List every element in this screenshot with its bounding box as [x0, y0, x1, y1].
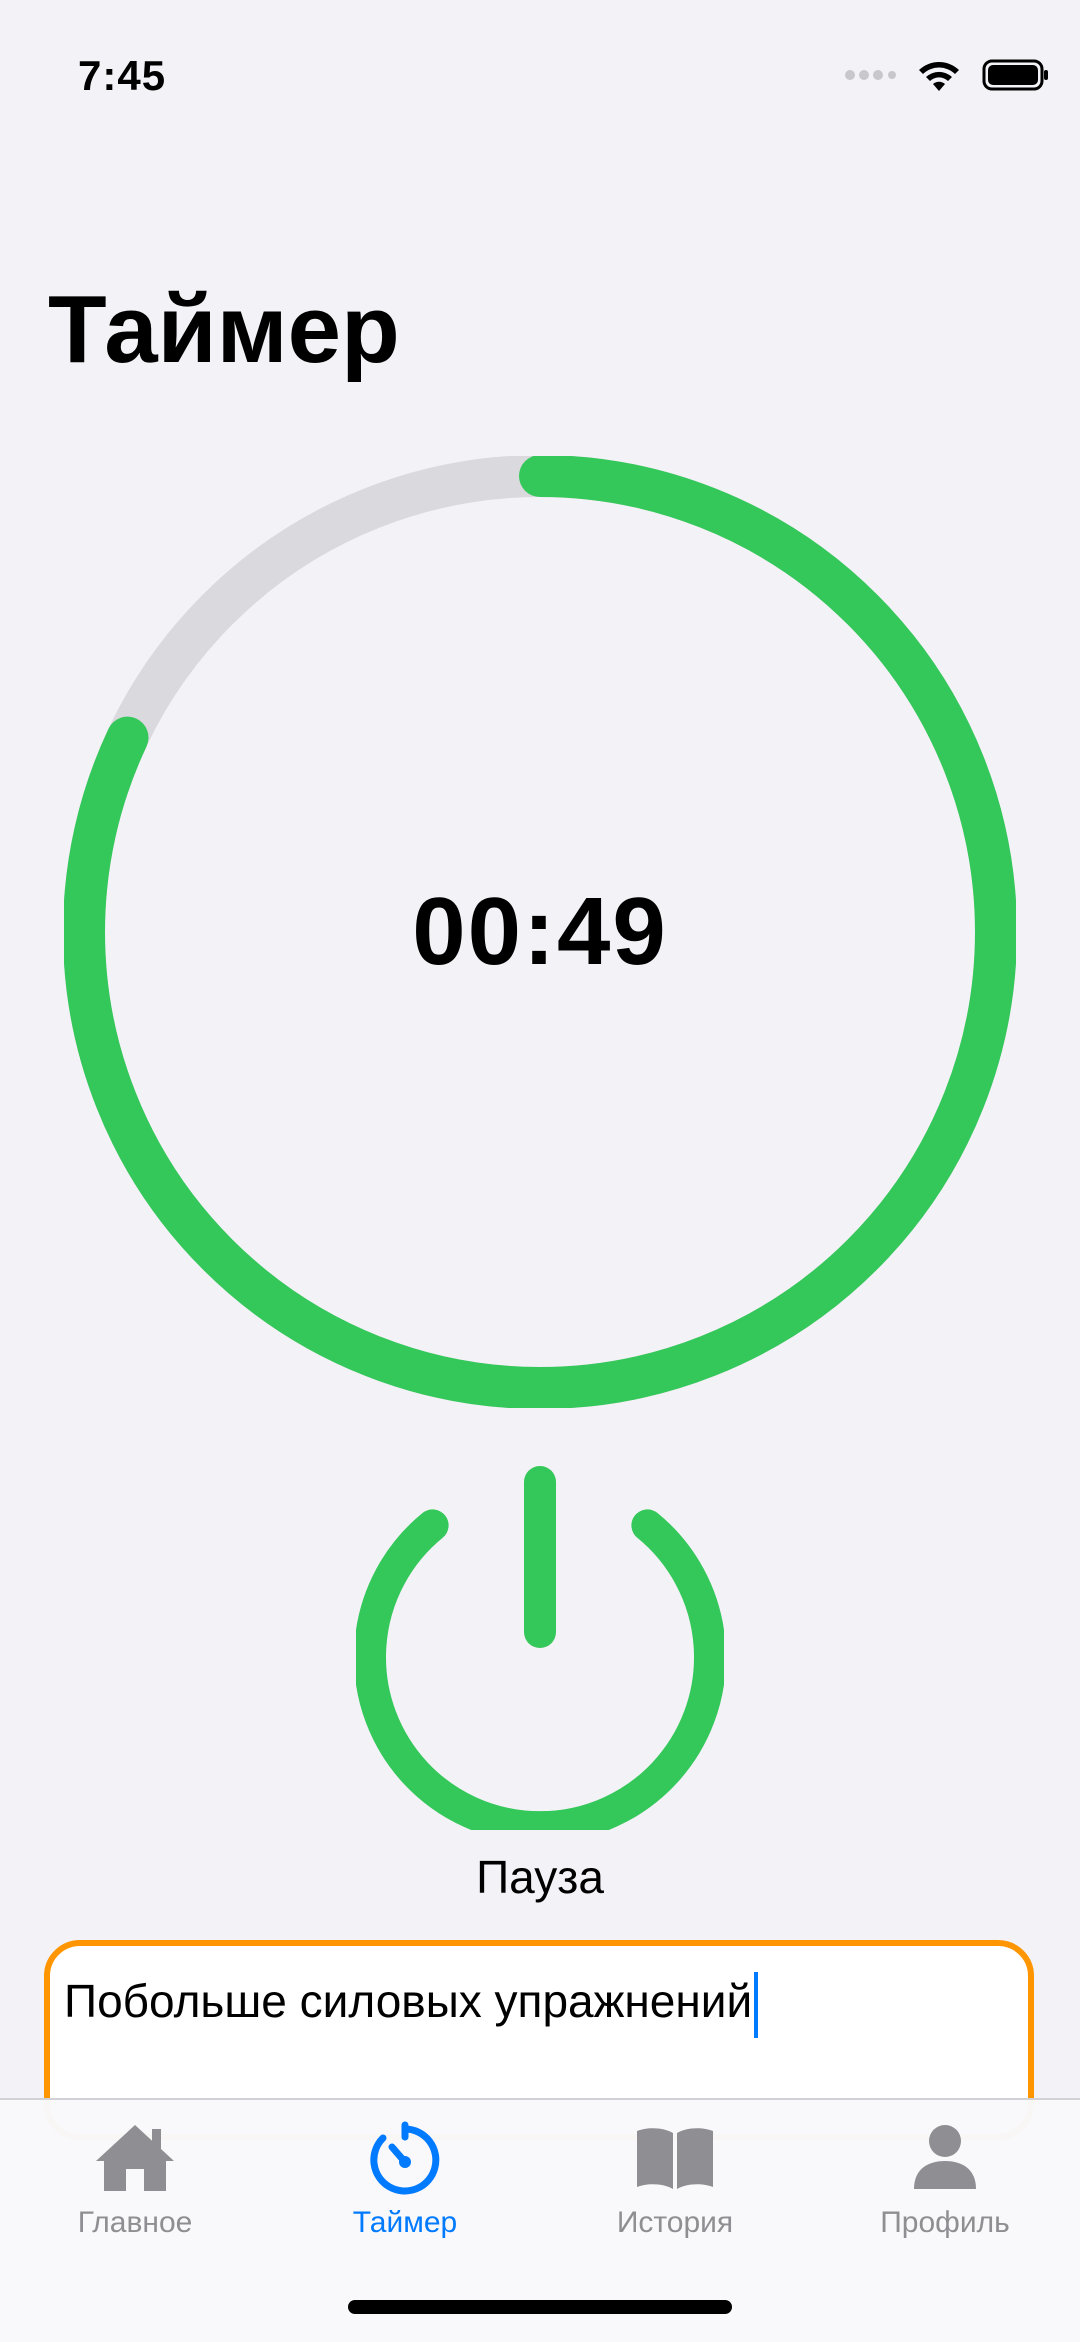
- status-time: 7:45: [78, 52, 167, 99]
- tab-timer-label: Таймер: [352, 2206, 458, 2239]
- person-icon: [914, 2125, 976, 2189]
- power-button[interactable]: [354, 1462, 726, 1844]
- status-bar: 7:45: [0, 0, 1080, 150]
- timer-display: 00:49: [412, 878, 668, 985]
- pause-label: Пауза: [476, 1851, 604, 1903]
- status-icons: [844, 58, 1050, 92]
- text-caret: [754, 1972, 759, 2038]
- tab-profile-label: Профиль: [880, 2206, 1010, 2239]
- signal-dots-icon: [845, 70, 896, 80]
- tab-timer[interactable]: Таймер: [270, 2118, 540, 2240]
- power-icon: [354, 1466, 726, 1844]
- tab-home[interactable]: Главное: [0, 2118, 270, 2240]
- note-text: Побольше силовых упражнений: [64, 1975, 753, 2028]
- home-indicator: [348, 2300, 732, 2314]
- battery-icon: [982, 59, 1048, 91]
- tab-profile[interactable]: Профиль: [810, 2118, 1080, 2240]
- tab-history-label: История: [616, 2206, 734, 2239]
- page-title: Таймер: [48, 276, 400, 383]
- wifi-icon: [919, 62, 959, 91]
- book-icon: [637, 2128, 713, 2189]
- tab-history[interactable]: История: [540, 2118, 810, 2240]
- house-icon: [96, 2125, 174, 2191]
- timer-icon: [370, 2121, 440, 2195]
- tab-home-label: Главное: [77, 2206, 193, 2239]
